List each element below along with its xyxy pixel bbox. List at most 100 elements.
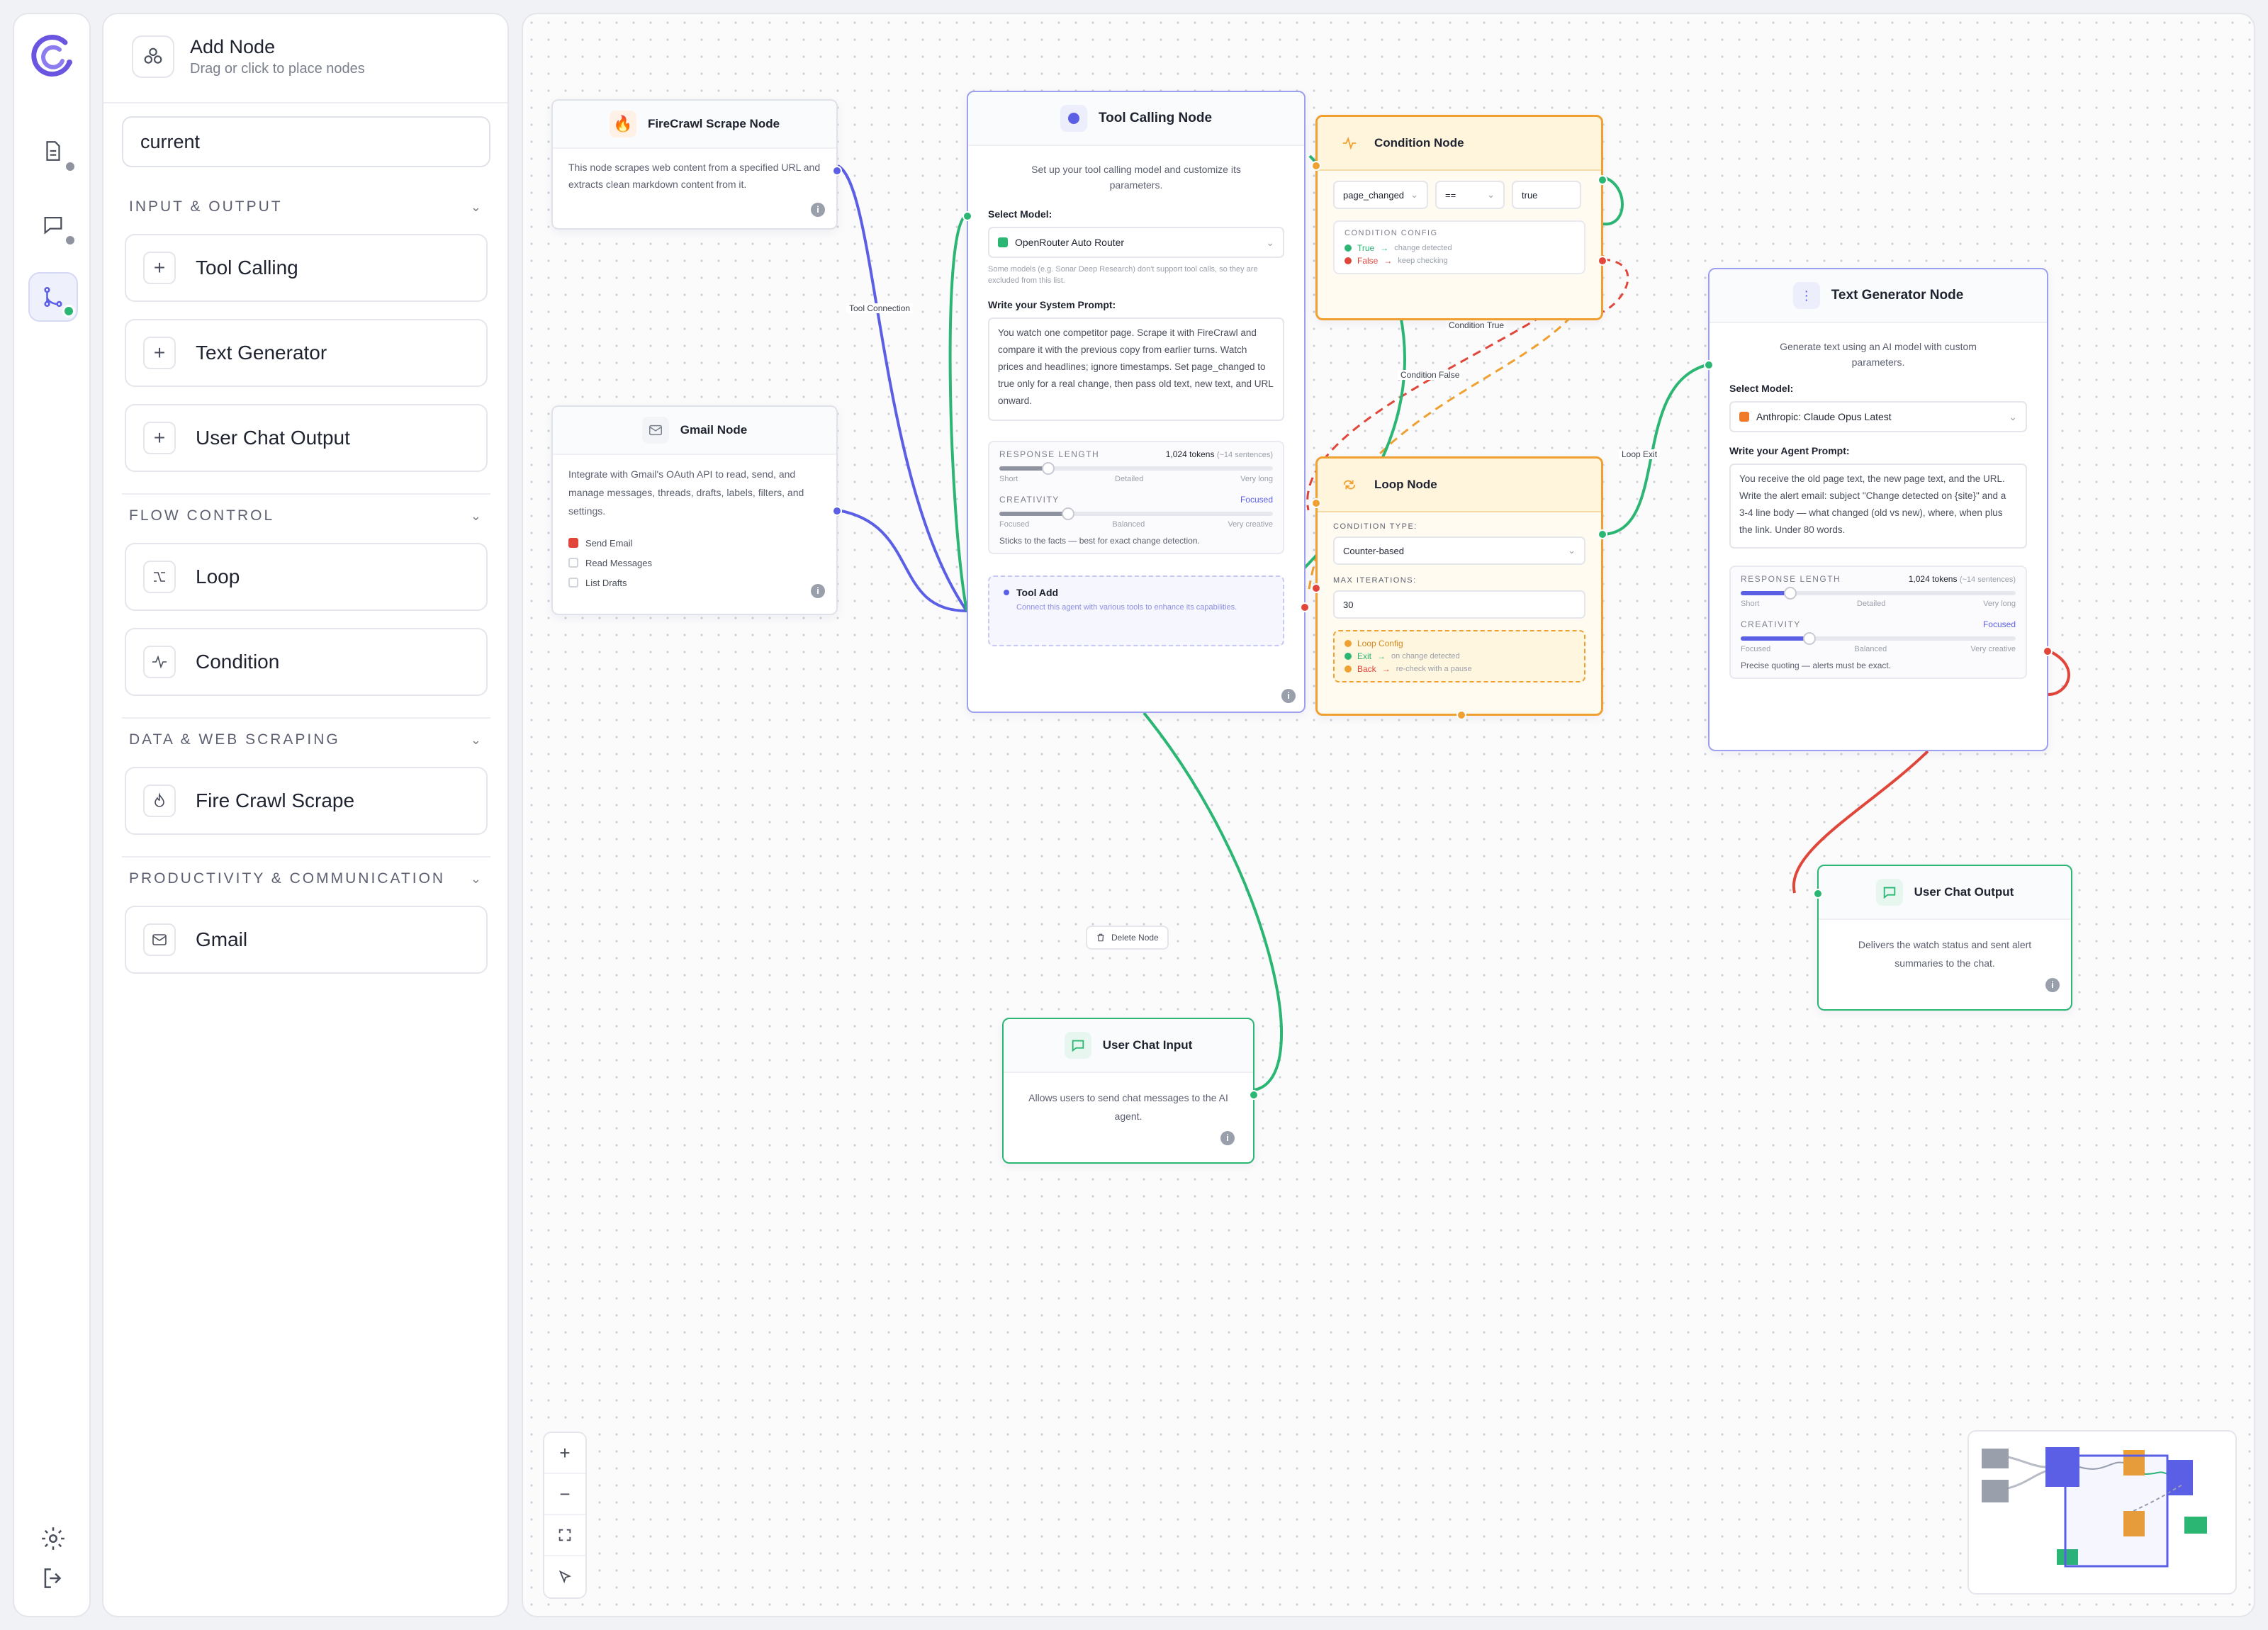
tool-add-dropzone[interactable]: Tool Add Connect this agent with various… xyxy=(988,575,1284,646)
documents-rail-button[interactable] xyxy=(28,126,78,176)
node-search-input[interactable] xyxy=(122,116,490,167)
info-icon[interactable]: i xyxy=(2045,978,2060,992)
slider-fill xyxy=(1741,636,1809,641)
settings-icon[interactable] xyxy=(40,1525,67,1552)
section-input-output[interactable]: INPUT & OUTPUT ⌄ xyxy=(129,198,483,215)
node-title: Tool Calling Node xyxy=(1098,111,1213,125)
system-prompt-textarea[interactable]: You watch one competitor page. Scrape it… xyxy=(988,317,1284,421)
output-handle[interactable] xyxy=(1249,1090,1259,1100)
firecrawl-node[interactable]: 🔥 FireCrawl Scrape Node This node scrape… xyxy=(551,99,842,230)
info-icon[interactable]: i xyxy=(1281,689,1296,703)
exit-label: Exit xyxy=(1357,651,1372,661)
condition-operator-select[interactable]: == ⌄ xyxy=(1435,181,1505,209)
fit-view-button[interactable] xyxy=(544,1515,585,1556)
exit-handle[interactable] xyxy=(1598,529,1607,539)
input-handle[interactable] xyxy=(1311,498,1321,508)
output-handle[interactable] xyxy=(2043,646,2053,656)
response-length-slider[interactable] xyxy=(999,462,1273,475)
edge-label-loop-exit: Loop Exit xyxy=(1619,449,1661,459)
option-read-messages[interactable]: Read Messages xyxy=(568,553,821,573)
node-item-loop[interactable]: Loop xyxy=(125,543,488,611)
agent-prompt-textarea[interactable]: You receive the old page text, the new p… xyxy=(1729,463,2027,549)
false-label: False xyxy=(1357,256,1379,266)
chevron-down-icon: ⌄ xyxy=(470,508,483,523)
tool-calling-node[interactable]: Tool Calling Node Set up your tool calli… xyxy=(962,91,1310,713)
output-handle[interactable] xyxy=(832,166,842,176)
option-send-email[interactable]: Send Email xyxy=(568,533,821,553)
creativity-slider[interactable] xyxy=(999,507,1273,520)
lock-button[interactable] xyxy=(544,1556,585,1597)
max-iterations-input[interactable]: 30 xyxy=(1333,590,1585,619)
loop-node[interactable]: Loop Node CONDITION TYPE: Counter-based ⌄… xyxy=(1311,456,1607,720)
node-title: Loop Node xyxy=(1374,478,1437,491)
node-item-gmail[interactable]: Gmail xyxy=(125,906,488,974)
condition-icon xyxy=(1336,130,1363,157)
back-input-handle[interactable] xyxy=(1311,583,1321,593)
false-handle[interactable] xyxy=(1598,256,1607,266)
chat-rail-button[interactable] xyxy=(28,200,78,249)
checkbox[interactable] xyxy=(568,558,578,568)
nodes-icon xyxy=(132,35,174,78)
condition-node[interactable]: Condition Node page_changed ⌄ == ⌄ true CO… xyxy=(1311,115,1607,320)
minimap[interactable] xyxy=(1967,1430,2237,1595)
pointer-icon xyxy=(558,1570,571,1584)
creativity-slider[interactable] xyxy=(1741,632,2016,645)
loop-config-label: Loop Config xyxy=(1357,639,1403,648)
node-item-label: Condition xyxy=(196,651,280,673)
section-flow-control[interactable]: FLOW CONTROL ⌄ xyxy=(129,507,483,524)
node-item-tool-calling[interactable]: + Tool Calling xyxy=(125,234,488,302)
creativity-note: Sticks to the facts — best for exact cha… xyxy=(999,536,1200,546)
section-data-web-scraping[interactable]: DATA & WEB SCRAPING ⌄ xyxy=(129,731,483,748)
checkbox[interactable] xyxy=(568,578,578,588)
delete-node-button[interactable]: Delete Node xyxy=(1086,926,1169,950)
logout-icon[interactable] xyxy=(40,1565,67,1592)
condition-field-select[interactable]: page_changed ⌄ xyxy=(1333,181,1428,209)
back-handle[interactable] xyxy=(1456,710,1466,720)
gmail-node[interactable]: Gmail Node Integrate with Gmail's OAuth … xyxy=(551,405,842,615)
loop-icon xyxy=(143,561,176,593)
model-select[interactable]: Anthropic: Claude Opus Latest ⌄ xyxy=(1729,401,2027,432)
zoom-in-button[interactable]: + xyxy=(544,1433,585,1474)
model-icon xyxy=(1739,412,1749,422)
slider-fill xyxy=(999,466,1049,471)
chevron-down-icon: ⌄ xyxy=(1568,545,1576,556)
add-node-panel: Add Node Drag or click to place nodes IN… xyxy=(102,13,509,1617)
model-select[interactable]: OpenRouter Auto Router ⌄ xyxy=(988,227,1284,258)
node-description: Integrate with Gmail's OAuth API to read… xyxy=(568,468,804,517)
chevron-down-icon: ⌄ xyxy=(2009,410,2017,422)
option-list-drafts[interactable]: List Drafts xyxy=(568,573,821,592)
node-item-text-generator[interactable]: + Text Generator xyxy=(125,319,488,387)
config-dot xyxy=(1344,640,1352,647)
bullet xyxy=(1004,590,1009,595)
input-handle[interactable] xyxy=(1704,360,1714,370)
condition-value-input[interactable]: true xyxy=(1512,181,1581,209)
info-icon[interactable]: i xyxy=(811,203,825,217)
creativity-value: Focused xyxy=(1982,619,2016,629)
section-productivity-communication[interactable]: PRODUCTIVITY & COMMUNICATION ⌄ xyxy=(129,870,483,887)
user-chat-output-node[interactable]: User Chat Output Delivers the watch stat… xyxy=(1813,865,2072,1011)
fire-icon xyxy=(143,785,176,817)
text-generator-node[interactable]: ⋮ Text Generator Node Generate text usin… xyxy=(1704,268,2053,751)
node-item-condition[interactable]: Condition xyxy=(125,628,488,696)
output-handle[interactable] xyxy=(1300,602,1310,612)
flow-canvas[interactable]: Tool Connection Condition True Condition… xyxy=(522,13,2255,1617)
creativity-value: Focused xyxy=(1240,495,1273,505)
info-icon[interactable]: i xyxy=(811,584,825,598)
node-item-fire-crawl-scrape[interactable]: Fire Crawl Scrape xyxy=(125,767,488,835)
condition-type-select[interactable]: Counter-based ⌄ xyxy=(1333,536,1585,565)
true-handle[interactable] xyxy=(1598,175,1607,185)
output-handle[interactable] xyxy=(832,506,842,516)
zoom-out-button[interactable]: − xyxy=(544,1474,585,1515)
response-length-slider[interactable] xyxy=(1741,587,2016,600)
user-chat-input-node[interactable]: User Chat Input Allows users to send cha… xyxy=(1002,1018,1259,1164)
logo-icon[interactable] xyxy=(26,30,79,84)
input-handle[interactable] xyxy=(962,211,972,221)
max-iterations-label: MAX ITERATIONS: xyxy=(1333,576,1417,585)
checkbox-checked[interactable] xyxy=(568,538,578,548)
node-title: User Chat Input xyxy=(1102,1038,1193,1052)
info-icon[interactable]: i xyxy=(1220,1131,1235,1145)
node-item-user-chat-output[interactable]: + User Chat Output xyxy=(125,404,488,472)
input-handle[interactable] xyxy=(1311,161,1321,171)
input-handle[interactable] xyxy=(1813,889,1823,899)
flow-rail-button[interactable] xyxy=(28,272,78,322)
